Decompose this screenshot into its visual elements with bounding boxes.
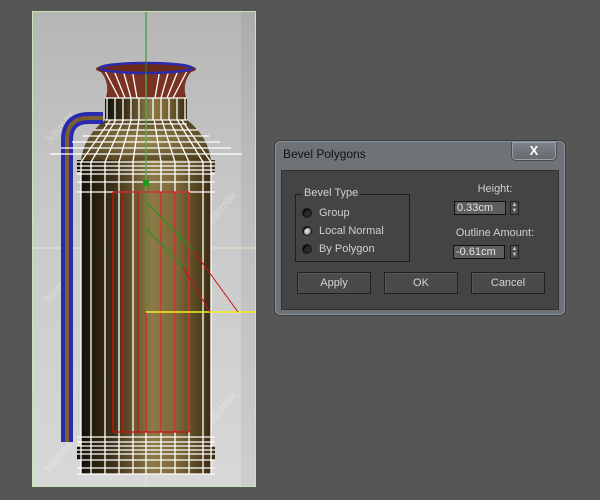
- outline-amount-label: Outline Amount:: [455, 227, 535, 239]
- gizmo-handle: [143, 180, 149, 186]
- dialog-body: Bevel Type Group Local Normal By Polygon…: [281, 170, 559, 310]
- height-input[interactable]: 0.33cm: [454, 201, 506, 215]
- apply-button[interactable]: Apply: [297, 272, 371, 294]
- radio-label: Local Normal: [319, 225, 384, 237]
- close-button[interactable]: X: [511, 142, 557, 161]
- radio-local-normal[interactable]: Local Normal: [302, 225, 384, 237]
- close-icon: X: [529, 143, 539, 158]
- extinguisher-model: [33, 12, 255, 486]
- cancel-button[interactable]: Cancel: [471, 272, 545, 294]
- ok-button[interactable]: OK: [384, 272, 458, 294]
- radio-label: By Polygon: [319, 243, 375, 255]
- viewport[interactable]: 3dsmax 3dsmax 3dsmax 3dsmax 3dsmax: [32, 11, 256, 487]
- outline-amount-spinner[interactable]: ▲ ▼: [510, 245, 519, 259]
- outline-amount-input[interactable]: -0.61cm: [453, 245, 505, 259]
- height-label: Height:: [477, 183, 513, 195]
- radio-button[interactable]: [302, 226, 312, 236]
- dialog-title: Bevel Polygons: [283, 147, 366, 161]
- bevel-polygons-dialog: Bevel Polygons X Bevel Type Group Local …: [274, 140, 566, 316]
- radio-button[interactable]: [302, 208, 312, 218]
- radio-group[interactable]: Group: [302, 207, 350, 219]
- height-spinner[interactable]: ▲ ▼: [510, 201, 519, 215]
- bevel-type-label: Bevel Type: [302, 187, 361, 199]
- radio-label: Group: [319, 207, 350, 219]
- radio-by-polygon[interactable]: By Polygon: [302, 243, 375, 255]
- radio-button[interactable]: [302, 244, 312, 254]
